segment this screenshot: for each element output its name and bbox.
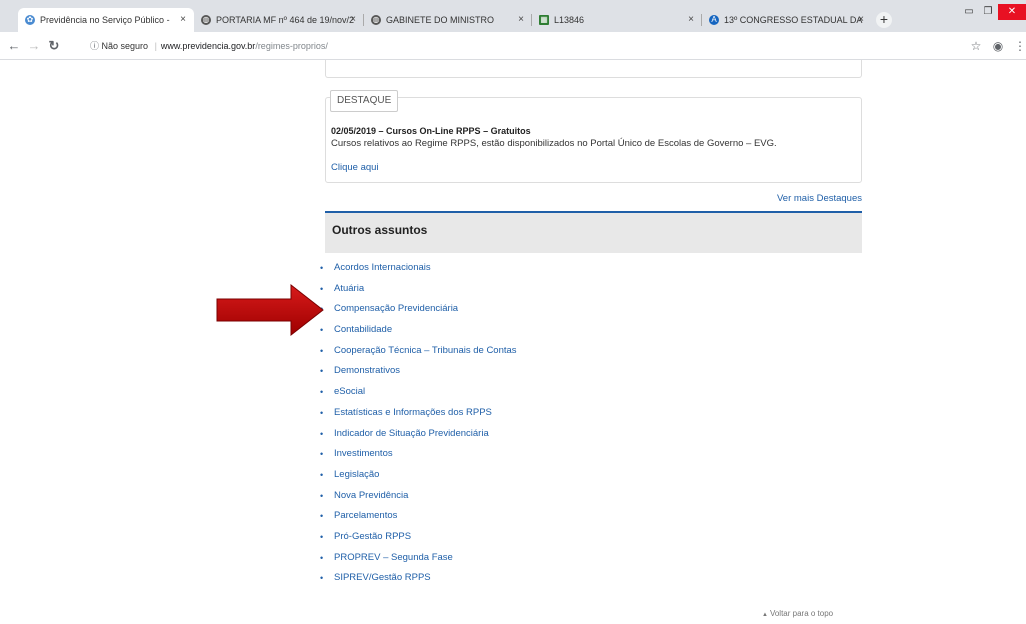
list-item-label: Acordos Internacionais [334,262,431,273]
list-item-label: Pró-Gestão RPPS [334,530,412,542]
list-item[interactable]: • Pró-Gestão RPPS [320,527,517,548]
minimize-icon[interactable]: ▭ [960,4,978,20]
reload-icon[interactable]: ↻ [46,38,62,54]
list-item-label: Investimentos [334,448,393,460]
url-host: www.previdencia.gov.br [160,41,256,51]
list-item[interactable]: • Cooperação Técnica – Tribunais de Conta… [320,341,517,362]
tab-title: L13846 [554,15,585,25]
list-item[interactable]: • Contabilidade [320,320,517,341]
clique-aqui-link[interactable]: Clique aqui [331,162,379,173]
list-item-label: Compensação Previdenciária [334,303,459,315]
address-separator: | [154,41,157,51]
browser-toolbar: ← → ↻ ⓘ Não seguro | www.previdencia.gov.… [0,32,1026,60]
red-arrow-icon [216,283,324,337]
bullet-icon: • [320,449,324,460]
restore-icon[interactable]: ❐ [979,4,997,20]
tab-gabinete[interactable]: ◍ GABINETE DO MINISTRO × [364,8,532,32]
globe-icon: ◍ [201,15,211,25]
list-item-label: Legislação [334,468,380,480]
list-item[interactable]: •Compensação Previdenciária [320,299,517,320]
url-path: /regimes-proprios/ [255,41,328,51]
destaque-title: 02/05/2019 – Cursos On-Line RPPS – Gratu… [331,126,531,136]
outros-assuntos-list: •Acordos Internacionais •Atuária •Compen… [320,258,517,589]
list-item-label: Nova Previdência [334,489,409,501]
close-icon[interactable]: × [350,8,356,32]
list-item-label: Estatísticas e Informações dos RPPS [334,406,492,418]
tab-portaria[interactable]: ◍ PORTARIA MF nº 464 de 19/nov/2 × [194,8,364,32]
info-icon[interactable]: ⓘ [90,41,99,51]
voltar-topo-link[interactable]: ▲ Voltar para o topo [762,609,833,618]
list-item-label: eSocial [334,386,366,398]
bullet-icon: • [320,366,324,377]
list-item[interactable]: • Demonstrativos [320,361,517,382]
destaque-box: DESTAQUE 02/05/2019 – Cursos On-Line RPP… [325,90,862,183]
back-arrow-icon[interactable]: ← [6,38,22,54]
security-label: Não seguro [101,41,149,51]
tab-title: 13º CONGRESSO ESTADUAL DA [724,15,863,25]
bullet-icon: • [320,469,324,480]
destaque-tag: DESTAQUE [330,90,399,112]
tab-title: PORTARIA MF nº 464 de 19/nov/2 [216,15,355,25]
menu-icon[interactable]: ⋮ [1012,38,1026,54]
list-item-label: Cooperação Técnica – Tribunais de Contas [334,344,517,356]
list-item-label: Demonstrativos [334,365,400,377]
list-item[interactable]: • eSocial [320,382,517,403]
ver-mais-destaques-link[interactable]: Ver mais Destaques [777,193,862,204]
list-item-label: Atuária [334,282,365,294]
list-item[interactable]: • Acordos Internacionais [320,258,517,279]
destaque-text: Cursos relativos ao Regime RPPS, estão d… [331,138,777,149]
previous-box-bottom [325,60,862,78]
bullet-icon: • [320,263,324,273]
outros-assuntos-header: Outros assuntos [325,211,862,253]
bullet-icon: • [320,552,324,563]
bullet-icon: • [320,573,324,584]
tab-title: GABINETE DO MINISTRO [386,15,495,25]
bullet-icon: • [320,531,324,542]
bullet-icon: • [320,387,324,398]
star-icon[interactable]: ☆ [968,38,984,54]
close-icon[interactable]: × [518,8,524,32]
list-item[interactable]: • Legislação [320,465,517,486]
list-item[interactable]: • Atuária [320,279,517,300]
list-item[interactable]: • Parcelamentos [320,506,517,527]
list-item-label: Parcelamentos [334,510,398,522]
close-icon[interactable]: × [858,8,864,32]
list-item[interactable]: • Indicador de Situação Previdenciária [320,424,517,445]
bullet-icon: • [320,428,324,439]
list-item-label: SIPREV/Gestão RPPS [334,572,431,584]
list-item-label: Contabilidade [334,324,393,336]
forward-arrow-icon[interactable]: → [26,38,42,54]
bullet-icon: • [320,490,324,501]
bullet-icon: • [320,511,324,522]
address-bar[interactable]: ⓘ Não seguro | www.previdencia.gov.br/reg… [90,36,950,56]
tab-title: Previdência no Serviço Público - [40,15,170,25]
a-logo-icon: A [709,15,719,25]
tab-previdencia[interactable]: ✿ Previdência no Serviço Público - × [18,8,194,32]
window-close-icon[interactable]: ✕ [998,4,1026,20]
leaf-icon: ✿ [25,15,35,25]
flag-icon: ▦ [539,15,549,25]
list-item-label: Indicador de Situação Previdenciária [334,427,489,439]
profile-icon[interactable]: ◉ [990,38,1006,54]
browser-tab-strip: ✿ Previdência no Serviço Público - × ◍ P… [0,0,1026,32]
list-item[interactable]: • Nova Previdência [320,486,517,507]
close-icon[interactable]: × [688,8,694,32]
voltar-label: Voltar para o topo [769,609,834,618]
caret-up-icon: ▲ [762,612,768,618]
bullet-icon: • [320,407,324,418]
new-tab-button[interactable]: + [876,12,892,28]
bullet-icon: • [320,345,324,356]
list-item[interactable]: • Estatísticas e Informações dos RPPS [320,403,517,424]
list-item[interactable]: • Investimentos [320,444,517,465]
tab-congresso[interactable]: A 13º CONGRESSO ESTADUAL DA × [702,8,872,32]
globe-icon: ◍ [371,15,381,25]
tab-l13846[interactable]: ▦ L13846 × [532,8,702,32]
close-icon[interactable]: × [180,8,186,32]
section-title: Outros assuntos [332,223,428,237]
list-item-label: PROPREV – Segunda Fase [334,551,453,563]
list-item[interactable]: • SIPREV/Gestão RPPS [320,568,517,589]
list-item[interactable]: • PROPREV – Segunda Fase [320,548,517,569]
